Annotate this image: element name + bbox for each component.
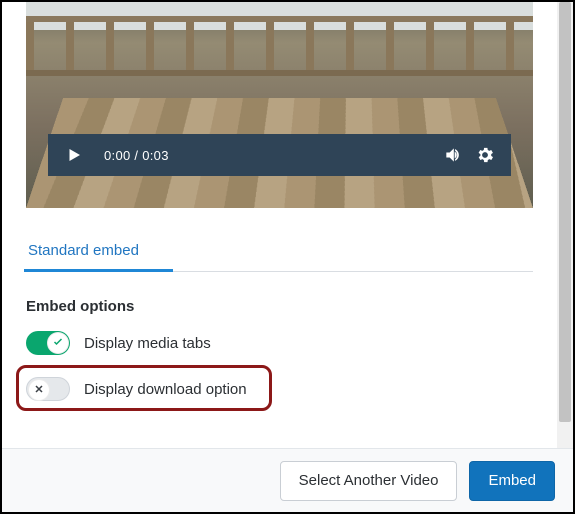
option-label: Display download option [84, 381, 247, 398]
tabs: Standard embed [26, 232, 533, 272]
gear-icon [475, 145, 495, 165]
tab-standard-embed[interactable]: Standard embed [26, 232, 141, 271]
volume-icon [443, 145, 463, 165]
button-label: Select Another Video [299, 472, 439, 489]
toggle-display-media-tabs[interactable] [26, 331, 70, 355]
volume-button[interactable] [437, 139, 469, 171]
option-display-download: Display download option [26, 371, 533, 407]
toggle-knob [47, 332, 69, 354]
scroll-area: 0:00 / 0:03 Standard [2, 2, 573, 448]
scrollbar-thumb[interactable] [559, 2, 571, 422]
video-controls-bar: 0:00 / 0:03 [48, 134, 511, 176]
toggle-display-download[interactable] [26, 377, 70, 401]
play-button[interactable] [58, 139, 90, 171]
x-icon [33, 382, 45, 399]
video-bg-railing [26, 16, 533, 76]
scrollbar-track[interactable] [557, 2, 573, 448]
play-icon [65, 146, 83, 164]
option-display-media-tabs: Display media tabs [26, 331, 533, 355]
dialog-footer: Select Another Video Embed [2, 448, 573, 512]
content-pane: 0:00 / 0:03 Standard [2, 2, 557, 448]
embed-button[interactable]: Embed [469, 461, 555, 501]
option-label: Display media tabs [84, 335, 211, 352]
toggle-knob [28, 379, 50, 401]
dialog-window: 0:00 / 0:03 Standard [0, 0, 575, 514]
check-icon [52, 335, 64, 352]
embed-options-heading: Embed options [26, 298, 533, 315]
button-label: Embed [488, 472, 536, 489]
video-time-display: 0:00 / 0:03 [104, 148, 169, 163]
select-another-video-button[interactable]: Select Another Video [280, 461, 458, 501]
tab-label: Standard embed [28, 242, 139, 259]
settings-button[interactable] [469, 139, 501, 171]
video-preview[interactable]: 0:00 / 0:03 [26, 2, 533, 208]
